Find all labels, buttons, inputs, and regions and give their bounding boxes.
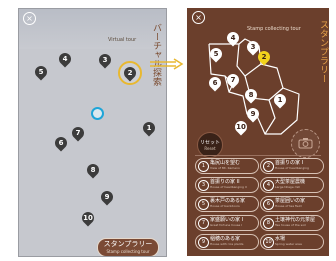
stamp-subtitle: View of Mt. Kameno bbox=[210, 166, 240, 170]
stamp-pin-8[interactable]: 8 bbox=[242, 86, 260, 104]
map-pin-6[interactable]: 6 bbox=[52, 134, 70, 152]
stamp-pin-7[interactable]: 7 bbox=[224, 71, 242, 89]
stamp-number: 9 bbox=[198, 237, 209, 248]
stamp-rally-label: Stamp collecting tour bbox=[247, 26, 301, 32]
camera-icon bbox=[298, 138, 313, 149]
stamp-list-item-6[interactable]: 6 茶屋囲いの家 House of tea field bbox=[260, 196, 324, 212]
map-pin-9[interactable]: 9 bbox=[98, 188, 116, 206]
stamp-list-item-7[interactable]: 7 家盛願いの家 I Great fortune house I bbox=[195, 215, 259, 231]
virtual-tour-title: バーチャル探索 bbox=[151, 23, 161, 86]
stamp-pin-10[interactable]: 10 bbox=[232, 118, 250, 136]
stamp-list-item-3[interactable]: 3 首振りの家 II House of headbanging II bbox=[195, 177, 259, 193]
stamp-list-item-2[interactable]: 2 首振りの家 I House of headbanging bbox=[260, 158, 324, 174]
stamp-number: 5 bbox=[198, 199, 209, 210]
stamp-pin-2-collected[interactable]: 2 bbox=[255, 48, 273, 66]
virtual-tour-label: Virtual tour bbox=[108, 37, 137, 43]
close-icon[interactable]: × bbox=[23, 12, 36, 25]
map-pin-1[interactable]: 1 bbox=[140, 119, 158, 137]
stamp-list-item-5[interactable]: 5 裏木戸のある家 House of backdoors bbox=[195, 196, 259, 212]
stamp-list-item-10[interactable]: 10 水場 Spring water area bbox=[260, 234, 324, 250]
selected-pin-ring[interactable]: 2 bbox=[118, 61, 142, 85]
stamp-rally-button-sublabel: Stamp collecting tour bbox=[106, 249, 150, 254]
stamp-rally-button[interactable]: スタンプラリー Stamp collecting tour bbox=[97, 238, 159, 256]
stamp-number: 2 bbox=[263, 161, 274, 172]
map-pin-10[interactable]: 10 bbox=[79, 209, 97, 227]
stamp-pin-5[interactable]: 5 bbox=[207, 45, 225, 63]
map-sky bbox=[19, 9, 166, 49]
stamp-rally-panel: × Stamp collecting tour スタンプラリー 4 3 2 5 … bbox=[187, 8, 329, 256]
stamp-pin-1[interactable]: 1 bbox=[271, 91, 289, 109]
map-pin-7[interactable]: 7 bbox=[69, 124, 87, 142]
current-position-marker bbox=[91, 107, 104, 120]
stamp-subtitle: Tea house of the soil bbox=[275, 223, 306, 227]
stamp-pin-6[interactable]: 6 bbox=[206, 74, 224, 92]
stamp-number: 3 bbox=[198, 180, 209, 191]
stamp-number: 10 bbox=[263, 237, 274, 248]
stamp-subtitle: House of tea field bbox=[275, 204, 302, 208]
stamp-number: 1 bbox=[198, 161, 209, 172]
stamp-subtitle: Great fortune house I bbox=[210, 223, 243, 227]
stamp-number: 8 bbox=[263, 218, 274, 229]
stamp-subtitle: House with rice plants bbox=[210, 242, 244, 246]
stamp-pin-4[interactable]: 4 bbox=[224, 29, 242, 47]
stamp-subtitle: Spring water area bbox=[275, 242, 302, 246]
close-icon[interactable]: × bbox=[192, 11, 205, 24]
stamp-list-item-8[interactable]: 8 土壌神代の元茶屋 Tea house of the soil bbox=[260, 215, 324, 231]
virtual-tour-panel: × Virtual tour バーチャル探索 5 4 3 2 7 6 1 8 9… bbox=[18, 8, 167, 257]
map-pin-3[interactable]: 3 bbox=[96, 51, 114, 69]
stamp-pin-9[interactable]: 9 bbox=[244, 105, 262, 123]
stamp-number: 6 bbox=[263, 199, 274, 210]
camera-button[interactable] bbox=[291, 129, 320, 158]
map-pin-5[interactable]: 5 bbox=[32, 63, 50, 81]
stamp-list-item-9[interactable]: 9 稲穂のある家 House with rice plants bbox=[195, 234, 259, 250]
stamp-list-item-4[interactable]: 4 大型茶屋農機 Large tillage mill bbox=[260, 177, 324, 193]
stamp-subtitle: House of backdoors bbox=[210, 204, 240, 208]
stamp-rally-button-label: スタンプラリー bbox=[103, 240, 153, 248]
map-pin-2[interactable]: 2 bbox=[121, 64, 139, 82]
stamp-list-item-1[interactable]: 1 亀尻山を望む View of Mt. Kameno bbox=[195, 158, 259, 174]
stamp-subtitle: Large tillage mill bbox=[275, 185, 301, 189]
divider bbox=[195, 155, 321, 156]
stamp-number: 7 bbox=[198, 218, 209, 229]
map-pin-8[interactable]: 8 bbox=[84, 161, 102, 179]
reset-sublabel: Reset bbox=[204, 146, 216, 151]
stamp-number: 4 bbox=[263, 180, 274, 191]
map-pin-4[interactable]: 4 bbox=[56, 50, 74, 68]
stamp-subtitle: House of headbanging bbox=[275, 166, 309, 170]
stamp-rally-title: スタンプラリー bbox=[318, 20, 328, 83]
arrow-right-icon bbox=[150, 58, 184, 70]
stamp-subtitle: House of headbanging II bbox=[210, 185, 247, 189]
